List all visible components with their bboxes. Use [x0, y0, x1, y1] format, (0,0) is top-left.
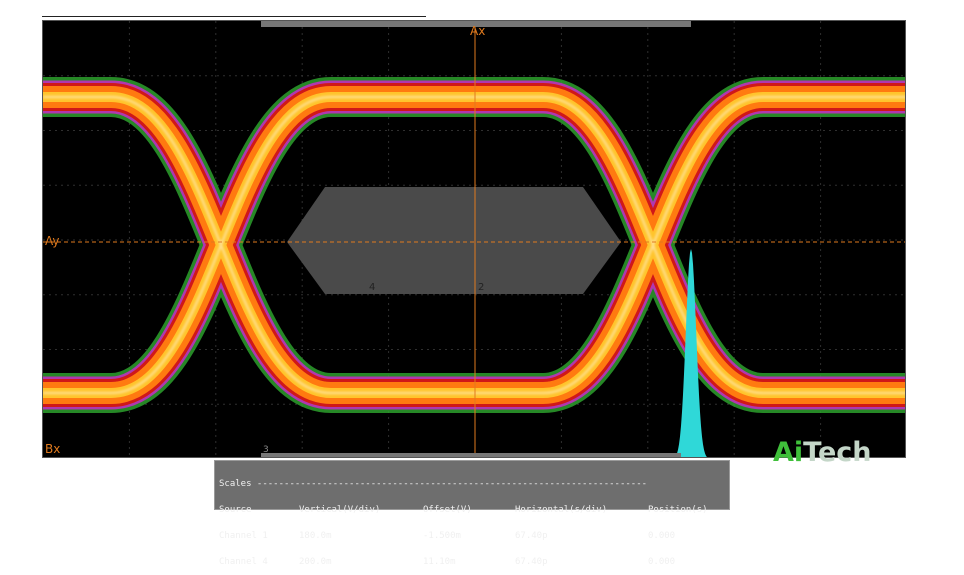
cell-source: Channel 4	[219, 556, 268, 567]
mask-label-2: 2	[478, 282, 485, 293]
ax-cursor-label: Ax	[470, 24, 486, 38]
ay-cursor-label: Ay	[45, 234, 60, 248]
cell-vertical: 180.0m	[299, 530, 332, 541]
eye-diagram-canvas	[43, 21, 905, 458]
bottom-scroll-bar[interactable]	[261, 453, 681, 458]
scales-header-row: Source Vertical(V/div) Offset(V) Horizon…	[219, 506, 725, 515]
cell-source: Channel 1	[219, 530, 268, 541]
header-source: Source	[219, 504, 252, 515]
cell-horizontal: 67.40p	[515, 556, 548, 567]
cell-vertical: 200.0m	[299, 556, 332, 567]
bottom-marker-3: 3	[263, 445, 269, 455]
scales-title: Scales ---------------------------------…	[219, 479, 648, 490]
scales-row-channel-1: Channel 1 180.0m -1.500m 67.40p 0.000	[219, 530, 725, 541]
top-divider-line	[42, 16, 426, 17]
scales-row-channel-4: Channel 4 200.0m 11.10m 67.40p 0.000	[219, 556, 725, 567]
eye-mask-polygon	[287, 187, 621, 294]
scales-panel: Scales ---------------------------------…	[214, 460, 730, 566]
cell-position: 0.000	[648, 556, 676, 567]
header-offset: Offset(V)	[423, 504, 472, 515]
header-position: Position(s)	[648, 504, 708, 515]
cell-offset: 11.10m	[423, 556, 456, 567]
bx-cursor-label: Bx	[45, 442, 61, 456]
cell-horizontal: 67.40p	[515, 530, 548, 541]
cell-offset: -1.500m	[423, 530, 461, 541]
cell-position: 0.000	[648, 530, 676, 541]
header-horizontal: Horizontal(s/div)	[515, 504, 608, 515]
mask-label-4: 4	[369, 282, 376, 293]
aitech-logo: AiTech	[773, 437, 872, 468]
eye-diagram-display[interactable]: Ax Ay Bx 4 2 3	[42, 20, 906, 458]
header-vertical: Vertical(V/div)	[299, 504, 381, 515]
